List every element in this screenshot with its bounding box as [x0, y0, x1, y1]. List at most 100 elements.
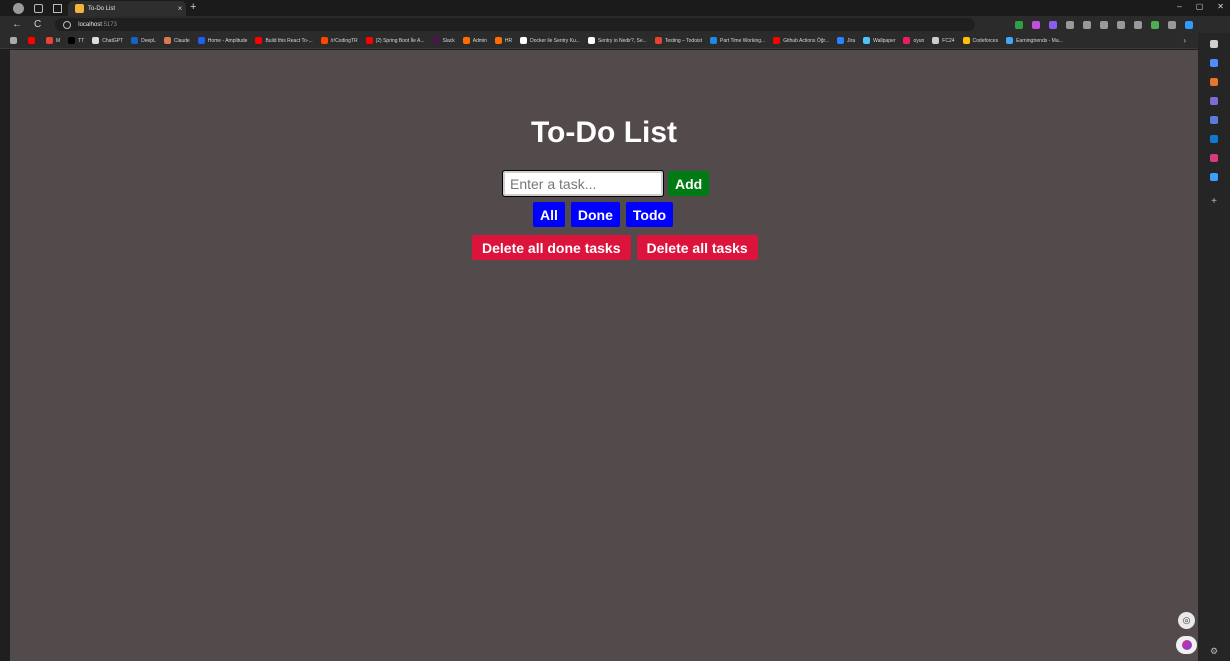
floating-tool-icon[interactable]: ◎: [1178, 612, 1195, 629]
filter-done-button[interactable]: Done: [570, 202, 620, 227]
bookmark-favicon-icon: [10, 37, 17, 44]
bookmark-label: Sentry io Nedir?, Se...: [597, 37, 647, 44]
send-icon[interactable]: [1210, 173, 1218, 181]
add-button[interactable]: Add: [668, 171, 710, 196]
bookmark-label: Admin: [472, 37, 487, 44]
close-window-icon[interactable]: ✕: [1217, 2, 1224, 11]
collections-icon[interactable]: [1117, 20, 1126, 29]
bookmark-label: Jira: [847, 37, 856, 44]
filter-all-button[interactable]: All: [533, 202, 565, 227]
tab-strip: To-Do List × + – ▢ ✕: [0, 0, 1230, 16]
edge-sidebar: + ⚙: [1198, 33, 1230, 661]
copilot-icon[interactable]: [1185, 20, 1194, 29]
extension-violet-icon[interactable]: [1049, 20, 1058, 29]
bookmark-favicon-icon: [163, 37, 171, 44]
bookmark-favicon-icon: [932, 37, 940, 44]
bookmark-label: Earningtrends - Ma...: [1016, 37, 1063, 44]
favicon-icon: [75, 4, 84, 13]
browser-window: To-Do List × + – ▢ ✕ ← C localhost:5173: [0, 0, 1230, 661]
bookmark-favicon-icon: [709, 37, 717, 44]
workspaces-icon[interactable]: [34, 3, 43, 13]
people-icon[interactable]: [1210, 97, 1218, 105]
bookmark-favicon-icon: [28, 37, 35, 44]
bookmark-item[interactable]: [10, 37, 20, 44]
bookmark-item[interactable]: Claude: [163, 37, 190, 44]
bookmark-favicon-icon: [494, 37, 502, 44]
address-bar-row: ← C localhost:5173: [0, 16, 1230, 33]
bookmark-item[interactable]: TT: [68, 37, 84, 44]
bookmark-item[interactable]: Docker ile Sentry Ku...: [520, 37, 580, 44]
bookmark-item[interactable]: Wallpaper: [863, 37, 895, 44]
outlook-icon[interactable]: [1210, 135, 1218, 143]
bookmark-favicon-icon: [462, 37, 470, 44]
extensions-icon[interactable]: [1066, 20, 1075, 29]
floating-assistant-icon[interactable]: [1176, 636, 1197, 654]
briefcase-icon[interactable]: [1210, 78, 1218, 86]
back-icon[interactable]: ←: [12, 19, 22, 30]
bookmark-item[interactable]: Testing – Todoist: [654, 37, 702, 44]
site-info-icon[interactable]: [63, 20, 72, 29]
bookmark-favicon-icon: [587, 37, 595, 44]
bookmark-item[interactable]: Home - Amplitude: [197, 37, 248, 44]
bookmark-label: HR: [504, 37, 513, 44]
bookmark-label: /r/CodingTR: [330, 37, 358, 44]
bookmark-label: Home - Amplitude: [207, 37, 248, 44]
bookmark-item[interactable]: /r/CodingTR: [320, 37, 358, 44]
profile-icon[interactable]: [13, 2, 24, 14]
search-icon[interactable]: [1210, 40, 1218, 48]
bookmark-favicon-icon: [520, 37, 528, 44]
bookmark-favicon-icon: [68, 37, 76, 44]
bookmark-item[interactable]: HR: [494, 37, 513, 44]
extension-shield-icon[interactable]: [1015, 20, 1024, 29]
bookmark-item[interactable]: Build this React To-...: [255, 37, 313, 44]
bookmark-item[interactable]: Part Time Working...: [709, 37, 765, 44]
tab-todo-list[interactable]: To-Do List ×: [68, 1, 186, 16]
filter-todo-button[interactable]: Todo: [625, 202, 674, 227]
new-tab-button[interactable]: +: [190, 1, 196, 13]
more-menu-icon[interactable]: [1168, 20, 1177, 29]
sidebar-settings-icon[interactable]: ⚙: [1210, 646, 1218, 657]
bookmark-item[interactable]: Github Actions Öğr...: [773, 37, 829, 44]
history-icon[interactable]: [1134, 20, 1143, 29]
bookmark-item[interactable]: (2) Spring Boot İle A...: [365, 37, 425, 44]
bookmark-item[interactable]: oyun: [903, 37, 924, 44]
bookmark-item[interactable]: FC24: [932, 37, 955, 44]
bookmark-label: ChatGPT: [102, 37, 124, 44]
split-screen-icon[interactable]: [1083, 20, 1092, 29]
tag-icon[interactable]: [1210, 59, 1218, 67]
bookmark-item[interactable]: Sentry io Nedir?, Se...: [587, 37, 647, 44]
reload-icon[interactable]: C: [34, 19, 41, 30]
bookmark-item[interactable]: Earningtrends - Ma...: [1006, 37, 1063, 44]
bookmark-label: Codeforces: [972, 37, 999, 44]
add-sidebar-app-icon[interactable]: +: [1211, 196, 1217, 207]
filter-row: All Done Todo: [533, 202, 674, 227]
minimize-icon[interactable]: –: [1177, 2, 1181, 11]
bookmark-item[interactable]: Codeforces: [962, 37, 999, 44]
bookmark-favicon-icon: [654, 37, 662, 44]
tab-close-icon[interactable]: ×: [174, 4, 186, 13]
extension-green-icon[interactable]: [1151, 20, 1160, 29]
bookmark-item[interactable]: Jira: [837, 37, 855, 44]
task-input[interactable]: [502, 170, 664, 197]
maximize-icon[interactable]: ▢: [1196, 2, 1204, 11]
tab-title: To-Do List: [88, 5, 116, 12]
add-task-row: Add: [502, 170, 710, 197]
bookmark-label: Docker ile Sentry Ku...: [530, 37, 580, 44]
delete-all-button[interactable]: Delete all tasks: [636, 235, 758, 260]
favorites-icon[interactable]: [1100, 20, 1109, 29]
bookmark-item[interactable]: M: [46, 37, 60, 44]
tab-actions-icon[interactable]: [53, 3, 62, 13]
bookmark-item[interactable]: ChatGPT: [92, 37, 123, 44]
url-field[interactable]: localhost:5173: [55, 18, 976, 31]
bookmark-item[interactable]: Admin: [462, 37, 487, 44]
delete-done-button[interactable]: Delete all done tasks: [472, 235, 631, 260]
bookmark-item[interactable]: [28, 37, 38, 44]
bookmarks-overflow-icon[interactable]: ›: [1183, 36, 1186, 45]
extension-purple-icon[interactable]: [1032, 20, 1041, 29]
bookmark-item[interactable]: DeepL: [131, 37, 156, 44]
shield-icon[interactable]: [1210, 116, 1218, 124]
bookmark-favicon-icon: [432, 37, 440, 44]
bookmark-favicon-icon: [92, 37, 100, 44]
office-icon[interactable]: [1210, 154, 1218, 162]
bookmark-item[interactable]: Slack: [432, 37, 455, 44]
